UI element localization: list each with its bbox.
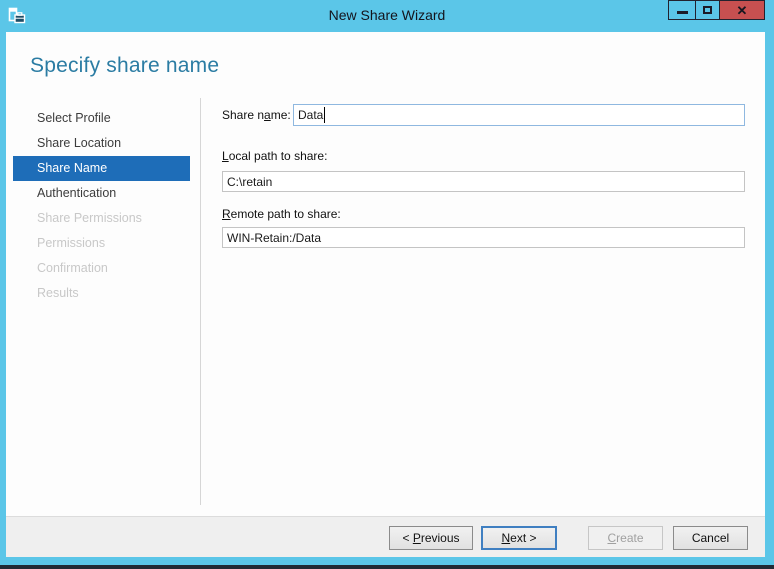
share-name-field-wrap (293, 104, 745, 126)
sidebar-item-share-permissions: Share Permissions (37, 211, 142, 225)
page-title: Specify share name (30, 54, 220, 77)
minimize-button[interactable] (668, 0, 696, 20)
window-title: New Share Wizard (328, 7, 446, 23)
wizard-footer: < Previous Next > Create Cancel (6, 516, 765, 557)
remote-path-label: Remote path to share: (222, 207, 341, 221)
sidebar-divider (200, 98, 201, 505)
sidebar-item-results: Results (37, 286, 79, 300)
local-path-field-wrap (222, 171, 745, 192)
share-name-input[interactable] (293, 104, 745, 126)
new-share-wizard-window: New Share Wizard ✕ Specify share name Se… (0, 0, 774, 565)
maximize-button[interactable] (695, 0, 720, 20)
local-path-label: Local path to share: (222, 149, 328, 163)
titlebar: New Share Wizard ✕ (0, 0, 774, 32)
create-button: Create (588, 526, 663, 550)
caption-buttons: ✕ (668, 0, 765, 20)
cancel-button[interactable]: Cancel (673, 526, 748, 550)
screen: New Share Wizard ✕ Specify share name Se… (0, 0, 774, 569)
sidebar-item-confirmation: Confirmation (37, 261, 108, 275)
close-icon: ✕ (736, 2, 748, 18)
minimize-icon (676, 10, 688, 14)
local-path-input[interactable] (222, 171, 745, 192)
share-name-label: Share name: (222, 108, 291, 122)
wizard-steps: Select Profile Share Location Share Name… (13, 106, 190, 306)
maximize-icon (703, 6, 712, 14)
sidebar-item-select-profile[interactable]: Select Profile (13, 106, 190, 131)
sidebar-item-share-name[interactable]: Share Name (13, 156, 190, 181)
next-button[interactable]: Next > (481, 526, 557, 550)
previous-button[interactable]: < Previous (389, 526, 473, 550)
text-caret (324, 107, 325, 123)
sidebar-item-authentication[interactable]: Authentication (13, 181, 190, 206)
sidebar-item-share-location[interactable]: Share Location (13, 131, 190, 156)
sidebar-item-permissions: Permissions (37, 236, 106, 250)
remote-path-input[interactable] (222, 227, 745, 248)
wizard-main: Specify share name Select Profile Share … (6, 32, 765, 516)
close-button[interactable]: ✕ (719, 0, 765, 20)
remote-path-field-wrap (222, 227, 745, 248)
wizard-content: Specify share name Select Profile Share … (6, 32, 765, 557)
